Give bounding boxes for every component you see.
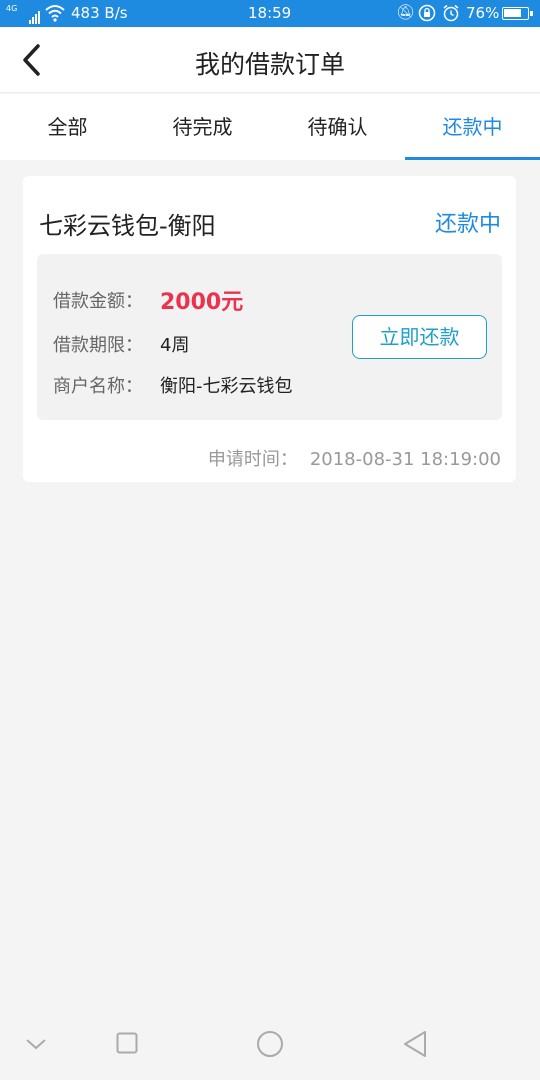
tab-to-confirm[interactable]: 待确认 [270,94,405,160]
battery-percent: 76% [466,4,500,22]
term-value: 4周 [160,335,190,356]
merchant-row: 商户名称： 衡阳-七彩云钱包 [53,372,293,398]
term-label: 借款期限： [53,335,143,356]
amount-label: 借款金额： [53,291,143,312]
notification-muted-icon: 🔕︎ [396,3,419,21]
amount-value: 2000元 [160,290,244,315]
network-speed: 483 B/s [71,4,128,22]
battery-icon [502,7,533,20]
square-icon[interactable] [116,1032,138,1058]
rotation-lock-icon [418,4,436,26]
wifi-icon [45,4,65,26]
order-tabs: 全部 待完成 待确认 还款中 [0,94,540,160]
alarm-icon [442,4,460,26]
signal-icon [29,6,41,24]
circle-icon[interactable] [256,1030,284,1062]
apply-time-label: 申请时间： [207,449,298,470]
triangle-back-icon[interactable] [402,1030,428,1062]
system-nav-bar [0,1008,540,1080]
apply-time-value: 2018-08-31 18:19:00 [309,449,501,470]
chevron-down-icon[interactable] [25,1036,47,1055]
top-app-bar: 我的借款订单 [0,27,540,93]
apply-time: 申请时间： 2018-08-31 18:19:00 [208,445,501,471]
order-details: 借款金额： 2000元 借款期限： 4周 商户名称： 衡阳-七彩云钱包 立即还款 [37,254,502,420]
merchant-label: 商户名称： [53,376,143,397]
tab-pending[interactable]: 待完成 [135,94,270,160]
status-time: 18:59 [248,4,292,22]
merchant-value: 衡阳-七彩云钱包 [160,376,293,397]
status-bar: 4G 483 B/s 18:59 🔕︎ 76% [0,0,540,27]
order-card[interactable]: 七彩云钱包-衡阳 还款中 借款金额： 2000元 借款期限： 4周 商户名称： … [23,176,516,482]
order-title: 七彩云钱包-衡阳 [39,212,216,240]
amount-row: 借款金额： 2000元 [53,287,243,315]
page-title: 我的借款订单 [194,50,345,79]
term-row: 借款期限： 4周 [53,331,189,357]
signal-type: 4G [6,4,18,13]
tab-all[interactable]: 全部 [0,94,135,160]
order-status: 还款中 [434,212,501,237]
repay-now-button[interactable]: 立即还款 [352,315,487,359]
tab-repaying[interactable]: 还款中 [405,94,540,160]
